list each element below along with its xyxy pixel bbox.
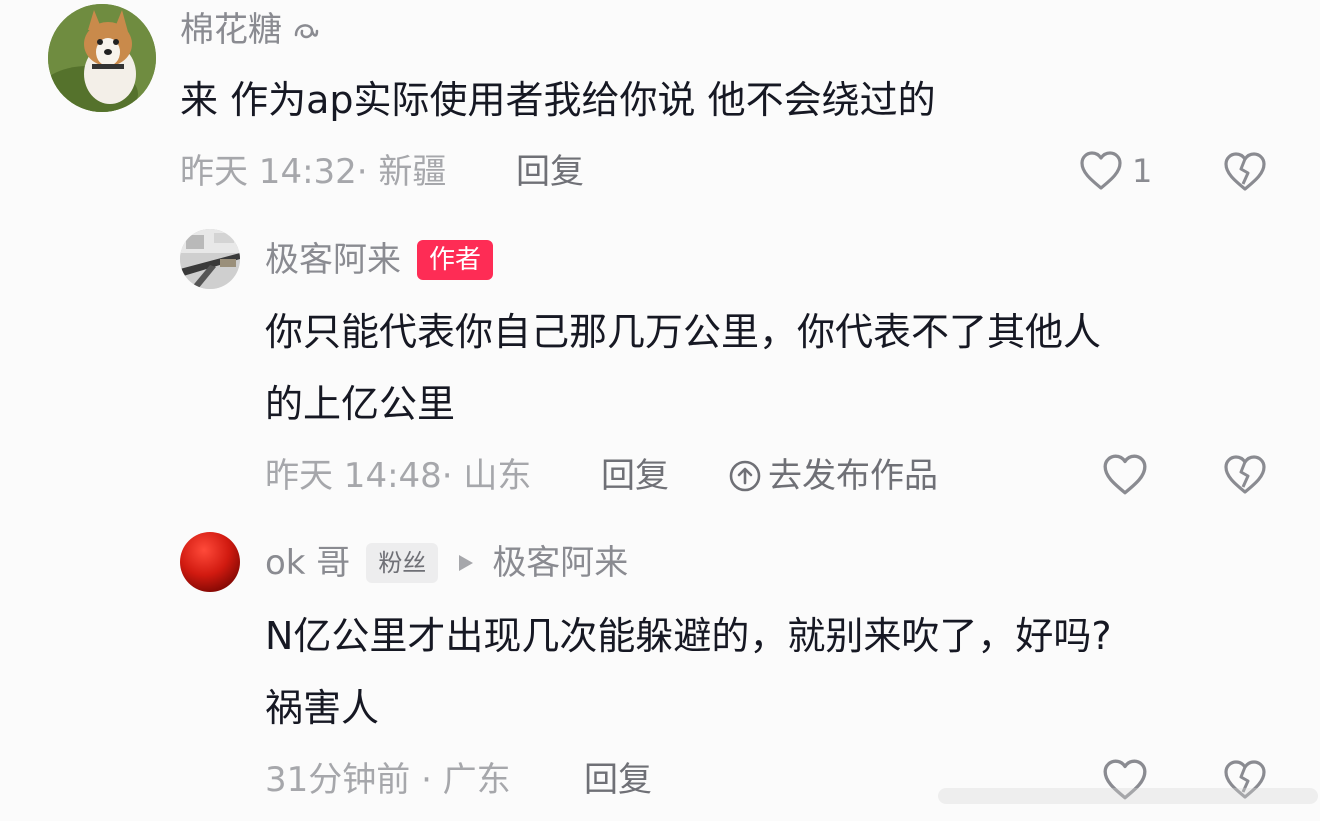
swirl-icon xyxy=(294,24,319,39)
comment-text-line: N亿公里才出现几次能躲避的，就别来吹了，好吗? xyxy=(265,614,1112,658)
watermark-graphic xyxy=(938,788,1318,804)
broken-heart-dislike-icon[interactable] xyxy=(1221,148,1269,196)
comment-meta: 31分钟前 · 广东 xyxy=(265,760,511,800)
heart-like-icon[interactable] xyxy=(1101,451,1149,499)
avatar[interactable] xyxy=(180,229,240,289)
avatar[interactable] xyxy=(48,4,156,112)
comment-text-line: 你只能代表你自己那几万公里，你代表不了其他人 xyxy=(265,310,1102,354)
heart-like-icon[interactable] xyxy=(1078,148,1124,194)
fan-badge: 粉丝 xyxy=(366,543,439,583)
publish-work-button[interactable]: 去发布作品 xyxy=(728,456,938,496)
photo-avatar-image xyxy=(180,229,240,289)
comment-text-line: 的上亿公里 xyxy=(265,382,456,426)
comment-meta: 昨天 14:48· 山东 xyxy=(265,456,532,496)
comment-text-line: 祸害人 xyxy=(265,686,380,730)
username[interactable]: 极客阿来 xyxy=(265,240,401,280)
comment-text: 来 作为ap实际使用者我给你说 他不会绕过的 xyxy=(180,78,936,122)
publish-label: 去发布作品 xyxy=(768,456,938,496)
play-triangle-icon xyxy=(459,555,474,571)
upload-circle-icon xyxy=(729,460,761,492)
red-circle-avatar-image xyxy=(180,532,240,592)
avatar[interactable] xyxy=(180,532,240,592)
reply-button[interactable]: 回复 xyxy=(584,760,652,800)
reply-button[interactable]: 回复 xyxy=(516,152,584,192)
reply-button[interactable]: 回复 xyxy=(601,456,669,496)
author-badge: 作者 xyxy=(417,240,494,280)
puppy-avatar-image xyxy=(48,4,156,112)
username[interactable]: ok 哥 xyxy=(265,543,350,583)
broken-heart-dislike-icon[interactable] xyxy=(1221,451,1269,499)
reply-target-username[interactable]: 极客阿来 xyxy=(492,543,628,583)
like-count: 1 xyxy=(1132,152,1153,190)
comment-meta: 昨天 14:32· 新疆 xyxy=(180,152,447,192)
username[interactable]: 棉花糖 xyxy=(180,10,282,50)
